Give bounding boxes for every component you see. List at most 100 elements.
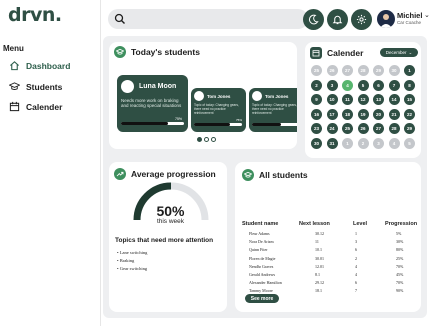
topic-item: • Gear switching xyxy=(117,266,148,271)
calendar-day[interactable]: 30 xyxy=(388,65,400,76)
carousel-dot[interactable] xyxy=(211,137,216,142)
table-cell: Alexander Hamilton xyxy=(249,280,282,286)
column-header[interactable]: Student name xyxy=(242,221,278,227)
avatar xyxy=(252,91,262,101)
calendar-day[interactable]: 26 xyxy=(357,123,369,134)
calendar-icon xyxy=(310,47,322,59)
chevron-down-icon[interactable]: ⌄ xyxy=(424,11,430,19)
table-cell: 3 xyxy=(355,239,357,245)
student-card[interactable]: Luna Moon Needs more work on braking and… xyxy=(117,75,188,132)
calendar-day[interactable]: 3 xyxy=(373,137,384,149)
student-note: Needs more work on braking and reacting … xyxy=(121,98,182,109)
calendar-day[interactable]: 9 xyxy=(311,94,322,105)
gear-icon xyxy=(356,14,367,25)
calendar-day[interactable]: 29 xyxy=(404,123,415,134)
topic-item: • Braking xyxy=(117,258,135,263)
column-header[interactable]: Level xyxy=(353,221,367,227)
calendar-day[interactable]: 2 xyxy=(357,137,369,149)
progress-period: this week xyxy=(156,218,185,225)
column-header[interactable]: Next lesson xyxy=(299,221,330,227)
column-header[interactable]: Progression xyxy=(385,221,417,227)
settings-button[interactable] xyxy=(351,9,372,30)
table-cell: 18.1 xyxy=(315,288,322,294)
calendar-day[interactable]: 14 xyxy=(388,94,400,105)
calendar-day[interactable]: 7 xyxy=(388,79,400,91)
calendar-day[interactable]: 27 xyxy=(342,65,353,76)
table-cell: 90% xyxy=(396,288,404,294)
student-name: Luna Moon xyxy=(139,83,177,90)
calendar-day[interactable]: 1 xyxy=(404,65,415,76)
calendar-day[interactable]: 19 xyxy=(357,108,369,120)
table-cell: Gerald Andrews xyxy=(249,272,276,277)
student-card[interactable]: Tom Jones Topic of today: Changing gears… xyxy=(191,88,246,132)
see-more-button[interactable]: See more xyxy=(245,294,279,303)
month-select[interactable]: December ⌄ xyxy=(380,48,418,57)
calendar-day[interactable]: 21 xyxy=(388,108,400,120)
calendar-day[interactable]: 1 xyxy=(342,137,353,149)
calendar-day[interactable]: 3 xyxy=(326,79,338,91)
student-note: Topic of today: Changing gears, there ne… xyxy=(252,103,297,115)
sidebar-item-label: Students xyxy=(26,81,63,92)
table-cell: Fleur Adams xyxy=(249,231,270,236)
calendar-day[interactable]: 24 xyxy=(326,123,338,134)
calendar-day[interactable]: 12 xyxy=(357,94,369,105)
calendar-day[interactable]: 23 xyxy=(311,123,322,134)
table-cell: Floren de Magie xyxy=(249,255,276,261)
calendar-day[interactable]: 28 xyxy=(388,123,400,134)
calendar-day[interactable]: 6 xyxy=(373,79,384,91)
calendar-day[interactable]: 13 xyxy=(373,94,384,105)
calendar-day[interactable]: 27 xyxy=(373,123,384,134)
calendar-day[interactable]: 25 xyxy=(342,123,353,134)
calendar-day[interactable]: 25 xyxy=(311,65,322,76)
calendar-day[interactable]: 10 xyxy=(326,94,338,105)
table-cell: 12.01 xyxy=(315,263,324,269)
avatar[interactable] xyxy=(377,10,395,28)
calendar-day[interactable]: 5 xyxy=(357,79,369,91)
theme-toggle-button[interactable] xyxy=(303,9,324,30)
calendar-day[interactable]: 31 xyxy=(326,137,338,149)
carousel-dots xyxy=(197,137,216,142)
user-role: Car Coache xyxy=(397,20,422,25)
user-name[interactable]: Michiel xyxy=(397,11,422,20)
calendar-day[interactable]: 16 xyxy=(311,108,322,120)
notifications-button[interactable] xyxy=(327,9,348,30)
calendar-day[interactable]: 4 xyxy=(342,79,353,91)
carousel-dot[interactable] xyxy=(204,137,209,142)
calendar-day[interactable]: 5 xyxy=(404,137,415,149)
calendar-day[interactable]: 11 xyxy=(342,94,353,105)
avatar xyxy=(194,91,204,101)
calendar-day[interactable]: 8 xyxy=(404,79,415,91)
table-cell: 25% xyxy=(396,255,404,261)
sidebar-item-dashboard[interactable]: Dashboard xyxy=(9,60,70,71)
calendar-day[interactable]: 20 xyxy=(373,108,384,120)
carousel-dot[interactable] xyxy=(197,137,202,142)
student-card[interactable]: Tom Jones Topic of today: Changing gears… xyxy=(249,88,297,132)
calendar-icon xyxy=(9,101,20,112)
section-title: Today's students xyxy=(131,47,200,57)
table-cell: 1 xyxy=(355,231,357,236)
calendar-day[interactable]: 28 xyxy=(357,65,369,76)
calendar-day[interactable]: 26 xyxy=(326,65,338,76)
calendar-day[interactable]: 22 xyxy=(404,108,415,120)
table-cell: Tammy Moore xyxy=(249,288,273,294)
table-cell: Quinn Fiter xyxy=(249,247,268,253)
sidebar-item-students[interactable]: Students xyxy=(9,81,62,92)
calendar-day[interactable]: 4 xyxy=(388,137,400,149)
calendar-day[interactable]: 2 xyxy=(311,79,322,91)
logo[interactable]: drvn. xyxy=(8,4,62,26)
calendar-day[interactable]: 15 xyxy=(404,94,415,105)
calendar-day[interactable]: 30 xyxy=(311,137,322,149)
progress-fill xyxy=(121,122,169,125)
table-cell: 30.12 xyxy=(315,231,324,236)
sidebar-divider xyxy=(100,0,101,326)
search-input[interactable] xyxy=(108,9,308,29)
calendar-day[interactable]: 29 xyxy=(373,65,384,76)
table-cell: 45% xyxy=(396,272,404,277)
calendar-day[interactable]: 18 xyxy=(342,108,353,120)
table-cell: 8.1 xyxy=(315,272,320,277)
graduation-cap-icon xyxy=(9,82,20,90)
avatar xyxy=(121,80,134,93)
calendar-day[interactable]: 17 xyxy=(326,108,338,120)
progress-bar xyxy=(252,123,297,126)
sidebar-item-calender[interactable]: Calender xyxy=(9,101,62,112)
